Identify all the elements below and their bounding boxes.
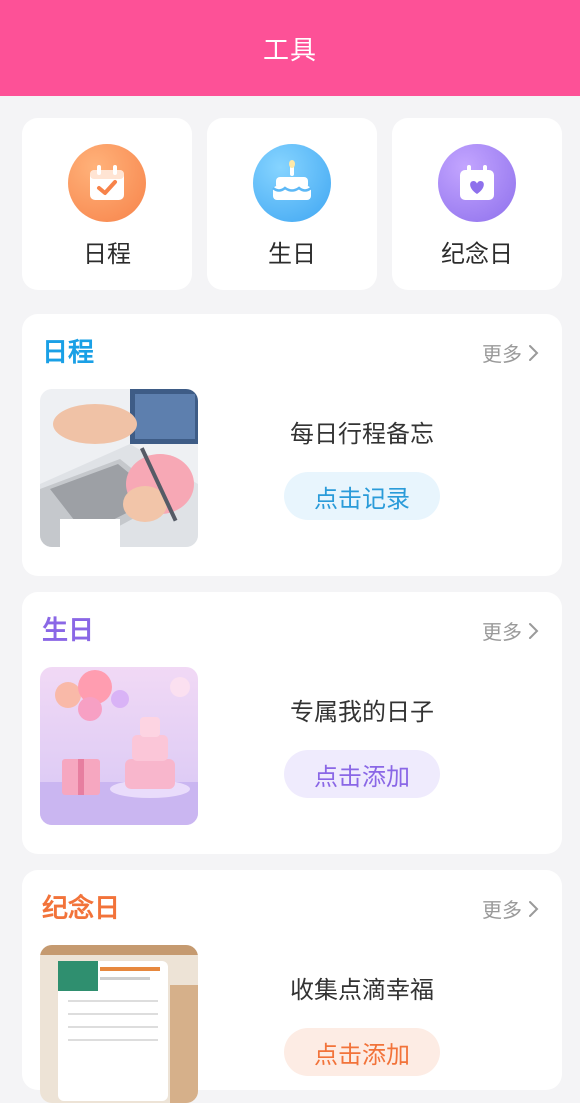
birthday-thumbnail-image <box>40 667 198 825</box>
chevron-right-icon <box>528 622 540 640</box>
calendar-check-icon <box>68 144 146 222</box>
add-anniversary-button[interactable]: 点击添加 <box>284 1028 440 1076</box>
anniversary-thumbnail-image <box>40 945 198 1103</box>
tool-shortcuts: 日程 生日 纪念日 <box>22 118 562 290</box>
more-label: 更多 <box>482 898 522 922</box>
tool-card-birthday[interactable]: 生日 <box>207 118 377 290</box>
section-description: 收集点滴幸福 <box>290 976 434 1004</box>
tool-label-birthday: 生日 <box>268 240 316 268</box>
section-title: 纪念日 <box>42 894 121 924</box>
calendar-heart-icon <box>438 144 516 222</box>
add-birthday-button[interactable]: 点击添加 <box>284 750 440 798</box>
section-birthday: 生日 更多 专属我的日子 点击添加 <box>22 592 562 854</box>
more-label: 更多 <box>482 620 522 644</box>
section-schedule: 日程 更多 每日行程备忘 点击记录 <box>22 314 562 576</box>
section-description: 专属我的日子 <box>290 698 434 726</box>
chevron-right-icon <box>528 344 540 362</box>
record-button[interactable]: 点击记录 <box>284 472 440 520</box>
schedule-thumbnail-image <box>40 389 198 547</box>
section-title: 生日 <box>42 616 95 646</box>
top-bar: 工具 <box>0 0 580 96</box>
tool-card-anniversary[interactable]: 纪念日 <box>392 118 562 290</box>
tool-label-anniversary: 纪念日 <box>441 240 513 268</box>
birthday-cake-icon <box>253 144 331 222</box>
section-description: 每日行程备忘 <box>290 420 434 448</box>
tool-card-schedule[interactable]: 日程 <box>22 118 192 290</box>
page-title: 工具 <box>262 35 317 66</box>
section-anniversary: 纪念日 更多 收集点滴幸福 点击添加 <box>22 870 562 1103</box>
tool-label-schedule: 日程 <box>83 240 131 268</box>
more-label: 更多 <box>482 342 522 366</box>
chevron-right-icon <box>528 900 540 918</box>
more-link[interactable]: 更多 <box>482 338 540 367</box>
more-link[interactable]: 更多 <box>482 616 540 645</box>
section-title: 日程 <box>42 338 95 368</box>
more-link[interactable]: 更多 <box>482 894 540 923</box>
